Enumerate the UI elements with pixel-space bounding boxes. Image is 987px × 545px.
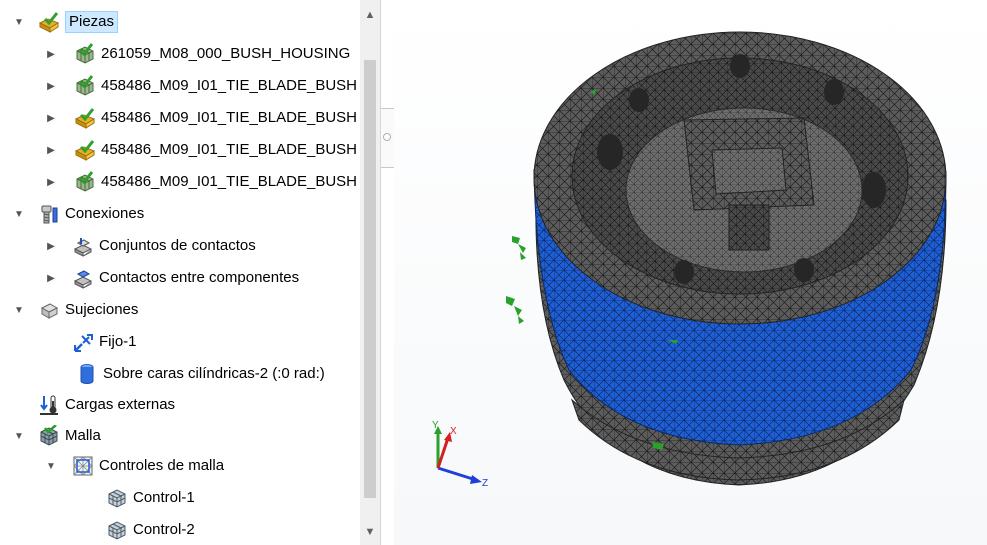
tree-item-part[interactable]: 261059_M08_000_BUSH_HOUSING xyxy=(74,40,350,68)
tree-item-label: Contactos entre componentes xyxy=(99,269,300,286)
feature-tree-panel: ▼ Piezas ▶ 261059_M08_000_BUSH_HOUSING ▶… xyxy=(0,0,381,545)
tree-item-piezas[interactable]: Piezas xyxy=(38,8,119,36)
expand-arrow-icon[interactable]: ▶ xyxy=(44,168,58,196)
mesh-control-icon xyxy=(106,487,128,509)
z-axis-label: Z xyxy=(482,478,488,489)
expand-arrow-icon[interactable]: ▶ xyxy=(44,232,58,260)
contact-sets-icon xyxy=(72,235,94,257)
tree-item-part[interactable]: 458486_M09_I01_TIE_BLADE_BUSH xyxy=(74,168,357,196)
tree-item-cylindrical-faces[interactable]: Sobre caras cilíndricas-2 (:0 rad:) xyxy=(76,360,325,388)
connections-icon xyxy=(38,203,60,225)
expand-arrow-icon[interactable]: ▶ xyxy=(44,104,58,132)
tree-item-label: Control-2 xyxy=(133,521,195,538)
tree-item-label: 458486_M09_I01_TIE_BLADE_BUSH xyxy=(101,109,357,126)
tree-item-label: Sobre caras cilíndricas-2 (:0 rad:) xyxy=(103,365,325,382)
tree-item-cargas-externas[interactable]: Cargas externas xyxy=(38,391,175,419)
collapse-arrow-icon[interactable]: ▼ xyxy=(12,296,26,324)
mesh-controls-icon xyxy=(72,455,94,477)
scroll-up-icon[interactable]: ▲ xyxy=(360,6,380,24)
collapse-handle-icon xyxy=(383,133,391,141)
tree-item-fijo-1[interactable]: Fijo-1 xyxy=(72,328,137,356)
view-orientation-triad: Y X Z xyxy=(432,420,488,489)
meshed-part-icon xyxy=(74,171,96,193)
tree-scrollbar[interactable]: ▲ ▼ xyxy=(360,0,380,545)
panel-splitter[interactable] xyxy=(379,0,394,545)
tree-item-malla[interactable]: Malla xyxy=(38,422,101,450)
y-axis-label: Y xyxy=(432,420,439,431)
component-contacts-icon xyxy=(72,267,94,289)
tree-item-conexiones[interactable]: Conexiones xyxy=(38,200,144,228)
tree-item-component-contacts[interactable]: Contactos entre componentes xyxy=(72,264,299,292)
collapse-arrow-icon[interactable]: ▼ xyxy=(12,8,26,36)
expand-arrow-icon[interactable]: ▶ xyxy=(44,40,58,68)
expand-arrow-icon[interactable]: ▶ xyxy=(44,136,58,164)
tree-item-control-1[interactable]: Control-1 xyxy=(106,484,195,512)
tree-item-label: 458486_M09_I01_TIE_BLADE_BUSH xyxy=(101,141,357,158)
fixtures-icon xyxy=(38,299,60,321)
tree-item-part[interactable]: 458486_M09_I01_TIE_BLADE_BUSH xyxy=(74,72,357,100)
tree-item-label: 458486_M09_I01_TIE_BLADE_BUSH xyxy=(101,77,357,94)
tree-item-label: Sujeciones xyxy=(65,301,139,318)
tree-item-label: Piezas xyxy=(65,11,119,33)
tree-item-part[interactable]: 458486_M09_I01_TIE_BLADE_BUSH xyxy=(74,104,357,132)
mesh-control-icon xyxy=(106,519,128,541)
tree-item-label: Conjuntos de contactos xyxy=(99,237,256,254)
collapse-arrow-icon[interactable]: ▼ xyxy=(12,200,26,228)
tree-item-label: 458486_M09_I01_TIE_BLADE_BUSH xyxy=(101,173,357,190)
tree-item-label: Conexiones xyxy=(65,205,145,222)
collapse-arrow-icon[interactable]: ▼ xyxy=(44,452,58,480)
fixed-geometry-icon xyxy=(72,331,94,353)
tree-item-label: Malla xyxy=(65,427,101,444)
meshed-part-icon xyxy=(74,75,96,97)
collapse-arrow-icon[interactable]: ▼ xyxy=(12,422,26,450)
graphics-viewport[interactable]: Y X Z xyxy=(394,0,987,545)
tree-item-label: Cargas externas xyxy=(65,396,176,413)
tree-item-part[interactable]: 458486_M09_I01_TIE_BLADE_BUSH xyxy=(74,136,357,164)
expand-arrow-icon[interactable]: ▶ xyxy=(44,72,58,100)
expand-arrow-icon[interactable]: ▶ xyxy=(44,264,58,292)
scroll-thumb[interactable] xyxy=(364,60,376,498)
tree-item-sujeciones[interactable]: Sujeciones xyxy=(38,296,138,324)
tree-item-contact-sets[interactable]: Conjuntos de contactos xyxy=(72,232,256,260)
tree-item-label: Fijo-1 xyxy=(99,333,137,350)
tree-item-controles-de-malla[interactable]: Controles de malla xyxy=(72,452,224,480)
tree-item-label: 261059_M08_000_BUSH_HOUSING xyxy=(101,45,351,62)
scroll-down-icon[interactable]: ▼ xyxy=(360,523,380,541)
part-warning-icon xyxy=(74,139,96,161)
external-loads-icon xyxy=(38,394,60,416)
tree-item-control-2[interactable]: Control-2 xyxy=(106,516,195,544)
tree-item-label: Control-1 xyxy=(133,489,195,506)
parts-folder-icon xyxy=(38,11,60,33)
cylinder-icon xyxy=(76,363,98,385)
meshed-part-icon xyxy=(74,43,96,65)
mesh-icon xyxy=(38,425,60,447)
x-axis-label: X xyxy=(450,426,457,437)
part-warning-icon xyxy=(74,107,96,129)
tree-item-label: Controles de malla xyxy=(99,457,225,474)
